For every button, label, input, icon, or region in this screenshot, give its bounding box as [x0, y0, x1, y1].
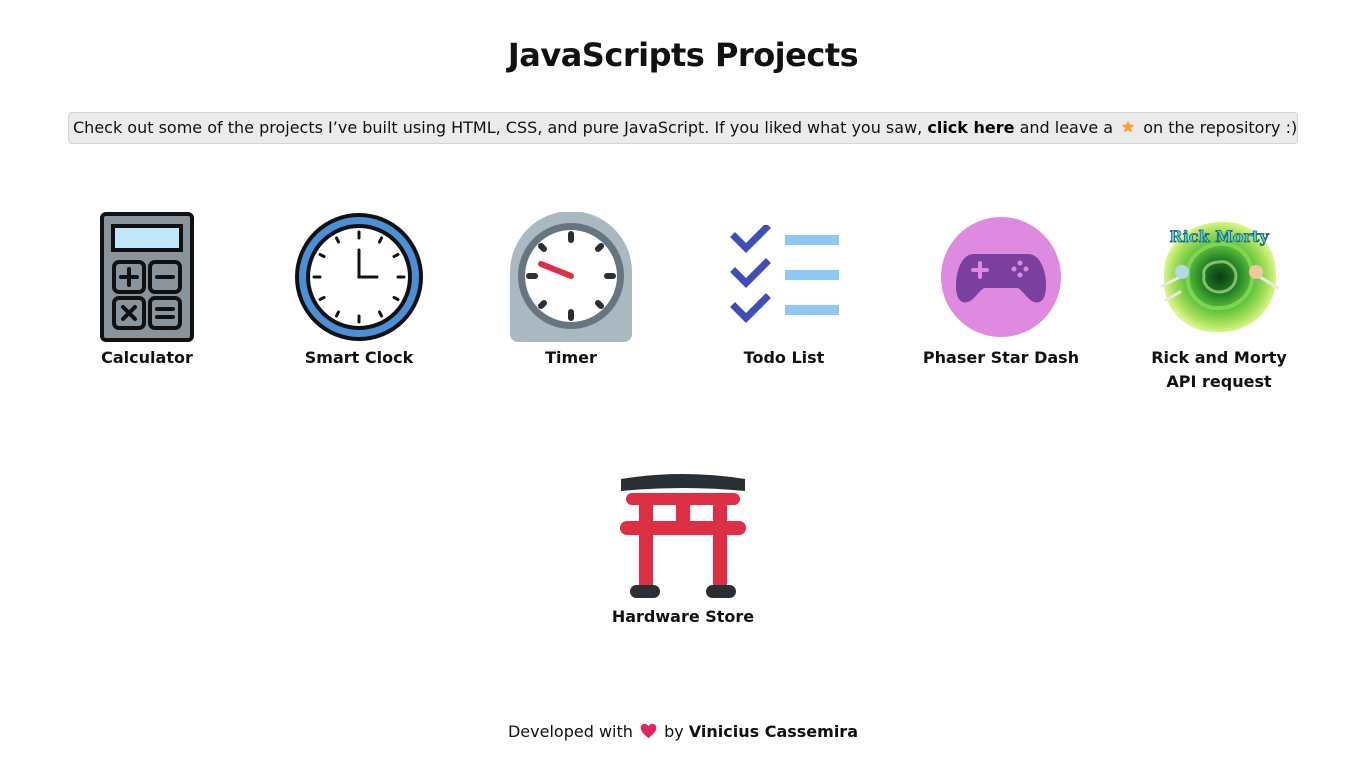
star-icon	[1120, 115, 1136, 143]
checklist-icon	[679, 212, 889, 342]
banner-text-middle: and leave a	[1019, 118, 1114, 137]
project-label: Smart Clock	[304, 348, 414, 367]
project-label-line1: Rick and Morty	[1151, 348, 1287, 367]
author-name: Vinicius Cassemira	[688, 722, 858, 741]
clock-icon	[254, 212, 464, 342]
footer: Developed with by Vinicius Cassemira	[0, 720, 1366, 746]
project-label: Timer	[545, 348, 597, 367]
project-hardware-store[interactable]: Hardware Store	[578, 471, 788, 629]
project-label: Todo List	[743, 348, 825, 367]
heart-icon	[640, 722, 657, 746]
project-label: Calculator	[101, 348, 193, 367]
svg-text:Rick Morty: Rick Morty	[1169, 227, 1269, 246]
project-smart-clock[interactable]: Smart Clock	[254, 212, 464, 370]
project-timer[interactable]: Timer	[466, 212, 676, 370]
timer-icon	[466, 212, 676, 342]
project-calculator[interactable]: Calculator	[42, 212, 252, 370]
project-label: Hardware Store	[611, 607, 755, 626]
rick-and-morty-portal-icon: Rick Morty	[1114, 212, 1324, 342]
banner-text: Check out some of the projects I’ve buil…	[73, 118, 923, 137]
project-phaser-star-dash[interactable]: Phaser Star Dash	[896, 212, 1106, 370]
info-banner: Check out some of the projects I’ve buil…	[68, 112, 1298, 144]
gamepad-icon	[896, 212, 1106, 342]
banner-text-after: on the repository :)	[1143, 118, 1298, 137]
footer-by: by	[664, 722, 684, 741]
footer-text: Developed with	[507, 722, 633, 741]
project-rick-and-morty[interactable]: Rick Morty Rick and Morty API request	[1114, 212, 1324, 394]
project-todo-list[interactable]: Todo List	[679, 212, 889, 370]
repository-link[interactable]: click here	[927, 118, 1014, 137]
project-label-line2: API request	[1166, 372, 1272, 391]
torii-gate-icon	[578, 471, 788, 601]
project-label: Rick and Morty API request	[1114, 346, 1324, 394]
project-label: Phaser Star Dash	[922, 348, 1080, 367]
page: JavaScripts Projects Check out some of t…	[0, 0, 1366, 768]
calculator-icon	[42, 212, 252, 342]
page-title: JavaScripts Projects	[507, 36, 859, 74]
